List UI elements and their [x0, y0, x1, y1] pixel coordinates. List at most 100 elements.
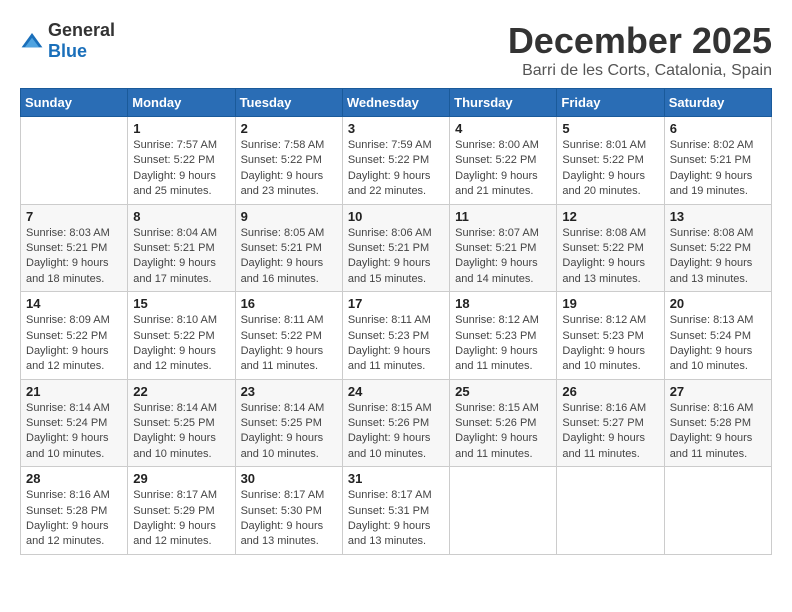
month-title: December 2025 — [508, 20, 772, 62]
week-row-5: 28 Sunrise: 8:16 AM Sunset: 5:28 PM Dayli… — [21, 467, 772, 555]
day-number: 27 — [670, 384, 766, 399]
day-number: 12 — [562, 209, 658, 224]
logo: General Blue — [20, 20, 115, 62]
logo-blue: Blue — [48, 41, 87, 61]
day-info: Sunrise: 8:00 AM Sunset: 5:22 PM Dayligh… — [455, 138, 551, 200]
calendar-cell: 27Sunrise: 8:16 AM Sunset: 5:28 PM Dayli… — [664, 379, 771, 467]
calendar-cell: 3 Sunrise: 7:59 AM Sunset: 5:22 PM Daylig… — [342, 117, 449, 205]
calendar-cell: 22 Sunrise: 8:14 AM Sunset: 5:25 PM Dayli… — [128, 379, 235, 467]
day-number: 16 — [241, 296, 337, 311]
calendar-cell: 19 Sunrise: 8:12 AM Sunset: 5:23 PM Dayli… — [557, 292, 664, 380]
calendar-table: SundayMondayTuesdayWednesdayThursdayFrid… — [20, 88, 772, 555]
day-number: 17 — [348, 296, 444, 311]
day-number: 23 — [241, 384, 337, 399]
week-row-2: 7Sunrise: 8:03 AM Sunset: 5:21 PM Daylig… — [21, 204, 772, 292]
day-number: 13 — [670, 209, 766, 224]
day-info: Sunrise: 8:03 AM Sunset: 5:21 PM Dayligh… — [26, 226, 122, 288]
day-info: Sunrise: 8:14 AM Sunset: 5:24 PM Dayligh… — [26, 401, 122, 463]
page-header: General Blue December 2025 Barri de les … — [20, 20, 772, 80]
logo-icon — [20, 31, 44, 51]
calendar-cell: 1Sunrise: 7:57 AM Sunset: 5:22 PM Daylig… — [128, 117, 235, 205]
calendar-cell: 8 Sunrise: 8:04 AM Sunset: 5:21 PM Daylig… — [128, 204, 235, 292]
day-info: Sunrise: 8:14 AM Sunset: 5:25 PM Dayligh… — [241, 401, 337, 463]
day-number: 4 — [455, 121, 551, 136]
week-row-1: 1Sunrise: 7:57 AM Sunset: 5:22 PM Daylig… — [21, 117, 772, 205]
day-info: Sunrise: 8:11 AM Sunset: 5:22 PM Dayligh… — [241, 313, 337, 375]
day-info: Sunrise: 8:17 AM Sunset: 5:30 PM Dayligh… — [241, 488, 337, 550]
day-info: Sunrise: 8:04 AM Sunset: 5:21 PM Dayligh… — [133, 226, 229, 288]
day-info: Sunrise: 8:08 AM Sunset: 5:22 PM Dayligh… — [562, 226, 658, 288]
calendar-cell — [450, 467, 557, 555]
calendar-cell: 13 Sunrise: 8:08 AM Sunset: 5:22 PM Dayli… — [664, 204, 771, 292]
day-number: 31 — [348, 471, 444, 486]
header-row: SundayMondayTuesdayWednesdayThursdayFrid… — [21, 89, 772, 117]
week-row-4: 21 Sunrise: 8:14 AM Sunset: 5:24 PM Dayli… — [21, 379, 772, 467]
header-tuesday: Tuesday — [235, 89, 342, 117]
header-saturday: Saturday — [664, 89, 771, 117]
logo-general: General — [48, 20, 115, 40]
day-number: 24 — [348, 384, 444, 399]
day-info: Sunrise: 8:06 AM Sunset: 5:21 PM Dayligh… — [348, 226, 444, 288]
calendar-cell: 14Sunrise: 8:09 AM Sunset: 5:22 PM Dayli… — [21, 292, 128, 380]
calendar-cell: 26Sunrise: 8:16 AM Sunset: 5:27 PM Dayli… — [557, 379, 664, 467]
calendar-cell — [21, 117, 128, 205]
day-number: 10 — [348, 209, 444, 224]
day-info: Sunrise: 8:11 AM Sunset: 5:23 PM Dayligh… — [348, 313, 444, 375]
calendar-cell: 16 Sunrise: 8:11 AM Sunset: 5:22 PM Dayli… — [235, 292, 342, 380]
header-thursday: Thursday — [450, 89, 557, 117]
calendar-cell: 4 Sunrise: 8:00 AM Sunset: 5:22 PM Daylig… — [450, 117, 557, 205]
logo-text: General Blue — [48, 20, 115, 62]
day-number: 8 — [133, 209, 229, 224]
day-info: Sunrise: 8:15 AM Sunset: 5:26 PM Dayligh… — [348, 401, 444, 463]
day-info: Sunrise: 8:05 AM Sunset: 5:21 PM Dayligh… — [241, 226, 337, 288]
day-number: 18 — [455, 296, 551, 311]
day-info: Sunrise: 8:07 AM Sunset: 5:21 PM Dayligh… — [455, 226, 551, 288]
calendar-cell — [557, 467, 664, 555]
day-info: Sunrise: 8:14 AM Sunset: 5:25 PM Dayligh… — [133, 401, 229, 463]
calendar-cell: 7Sunrise: 8:03 AM Sunset: 5:21 PM Daylig… — [21, 204, 128, 292]
day-info: Sunrise: 8:13 AM Sunset: 5:24 PM Dayligh… — [670, 313, 766, 375]
day-info: Sunrise: 8:10 AM Sunset: 5:22 PM Dayligh… — [133, 313, 229, 375]
day-number: 28 — [26, 471, 122, 486]
day-number: 22 — [133, 384, 229, 399]
day-number: 9 — [241, 209, 337, 224]
day-info: Sunrise: 8:17 AM Sunset: 5:29 PM Dayligh… — [133, 488, 229, 550]
header-sunday: Sunday — [21, 89, 128, 117]
day-number: 2 — [241, 121, 337, 136]
calendar-cell: 5Sunrise: 8:01 AM Sunset: 5:22 PM Daylig… — [557, 117, 664, 205]
header-monday: Monday — [128, 89, 235, 117]
day-number: 5 — [562, 121, 658, 136]
calendar-cell: 23 Sunrise: 8:14 AM Sunset: 5:25 PM Dayli… — [235, 379, 342, 467]
day-info: Sunrise: 7:59 AM Sunset: 5:22 PM Dayligh… — [348, 138, 444, 200]
day-number: 6 — [670, 121, 766, 136]
title-section: December 2025 Barri de les Corts, Catalo… — [508, 20, 772, 80]
calendar-cell: 28 Sunrise: 8:16 AM Sunset: 5:28 PM Dayli… — [21, 467, 128, 555]
calendar-cell: 18 Sunrise: 8:12 AM Sunset: 5:23 PM Dayli… — [450, 292, 557, 380]
day-info: Sunrise: 8:16 AM Sunset: 5:27 PM Dayligh… — [562, 401, 658, 463]
day-info: Sunrise: 8:15 AM Sunset: 5:26 PM Dayligh… — [455, 401, 551, 463]
day-info: Sunrise: 8:12 AM Sunset: 5:23 PM Dayligh… — [455, 313, 551, 375]
calendar-cell: 11 Sunrise: 8:07 AM Sunset: 5:21 PM Dayli… — [450, 204, 557, 292]
day-number: 11 — [455, 209, 551, 224]
calendar-cell: 9 Sunrise: 8:05 AM Sunset: 5:21 PM Daylig… — [235, 204, 342, 292]
day-number: 19 — [562, 296, 658, 311]
day-number: 3 — [348, 121, 444, 136]
day-info: Sunrise: 8:08 AM Sunset: 5:22 PM Dayligh… — [670, 226, 766, 288]
calendar-cell: 24 Sunrise: 8:15 AM Sunset: 5:26 PM Dayli… — [342, 379, 449, 467]
calendar-cell: 15 Sunrise: 8:10 AM Sunset: 5:22 PM Dayli… — [128, 292, 235, 380]
header-friday: Friday — [557, 89, 664, 117]
day-number: 21 — [26, 384, 122, 399]
calendar-cell: 30Sunrise: 8:17 AM Sunset: 5:30 PM Dayli… — [235, 467, 342, 555]
week-row-3: 14Sunrise: 8:09 AM Sunset: 5:22 PM Dayli… — [21, 292, 772, 380]
day-number: 20 — [670, 296, 766, 311]
day-number: 14 — [26, 296, 122, 311]
day-number: 25 — [455, 384, 551, 399]
calendar-cell: 29Sunrise: 8:17 AM Sunset: 5:29 PM Dayli… — [128, 467, 235, 555]
day-info: Sunrise: 8:02 AM Sunset: 5:21 PM Dayligh… — [670, 138, 766, 200]
day-info: Sunrise: 8:12 AM Sunset: 5:23 PM Dayligh… — [562, 313, 658, 375]
day-number: 15 — [133, 296, 229, 311]
day-info: Sunrise: 7:58 AM Sunset: 5:22 PM Dayligh… — [241, 138, 337, 200]
day-info: Sunrise: 8:16 AM Sunset: 5:28 PM Dayligh… — [26, 488, 122, 550]
calendar-cell: 2 Sunrise: 7:58 AM Sunset: 5:22 PM Daylig… — [235, 117, 342, 205]
header-wednesday: Wednesday — [342, 89, 449, 117]
